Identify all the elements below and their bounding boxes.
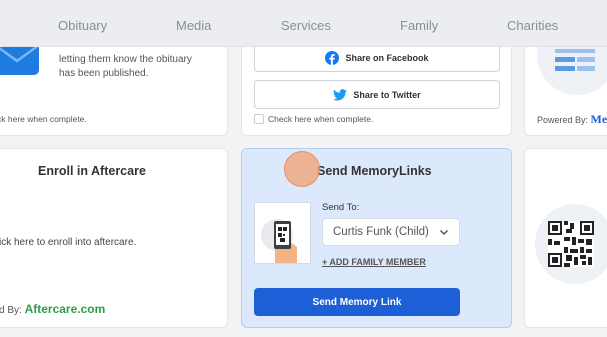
recipient-value: Curtis Funk (Child): [333, 226, 429, 238]
notify-description: letting them know the obituary has been …: [59, 53, 192, 81]
aftercare-card: Enroll in Aftercare ick here to enroll i…: [0, 148, 228, 328]
aftercare-title: Enroll in Aftercare: [38, 164, 146, 178]
aftercare-powered-by: d By: Aftercare.com: [0, 302, 105, 316]
powered-by-label: Powered By:: [537, 115, 589, 125]
qr-card: [524, 148, 607, 328]
cursor-highlight: [284, 151, 320, 187]
share-facebook-label: Share on Facebook: [345, 52, 429, 63]
notify-complete-label: ck here when complete.: [0, 114, 87, 124]
memorylinks-card: Send MemoryLinks Send To: Curtis Funk (C…: [241, 148, 512, 328]
nav-item-services[interactable]: Services: [281, 18, 331, 33]
aftercare-brand[interactable]: Aftercare.com: [25, 302, 106, 316]
memorylinks-title: Send MemoryLinks: [317, 164, 432, 178]
document-icon: [555, 49, 595, 71]
aftercare-powered-label: d By:: [0, 305, 22, 316]
nav-item-family[interactable]: Family: [400, 18, 438, 33]
notify-complete-check[interactable]: ck here when complete.: [0, 114, 87, 124]
send-to-label: Send To:: [322, 202, 360, 213]
phone-qr-icon: [261, 219, 297, 263]
qr-illustration: [535, 204, 607, 284]
facebook-icon: [325, 50, 340, 65]
notify-description-line1: letting them know the obituary: [59, 54, 192, 65]
powered-by-brand[interactable]: Me: [591, 112, 607, 126]
chevron-down-icon: [439, 229, 449, 236]
top-nav: Obituary Media Services Family Charities: [0, 0, 607, 47]
nav-item-charities[interactable]: Charities: [507, 18, 558, 33]
recipient-select[interactable]: Curtis Funk (Child): [322, 218, 460, 246]
phone-illustration: [254, 202, 311, 264]
send-memory-link-button[interactable]: Send Memory Link: [254, 288, 460, 316]
share-twitter-button[interactable]: Share to Twitter: [254, 80, 500, 109]
nav-item-media[interactable]: Media: [176, 18, 211, 33]
share-complete-check[interactable]: Check here when complete.: [254, 114, 373, 124]
powered-by-text: Powered By: Me: [537, 112, 607, 127]
share-complete-label: Check here when complete.: [268, 114, 374, 124]
share-facebook-button[interactable]: Share on Facebook: [254, 43, 500, 72]
aftercare-enroll-link[interactable]: ick here to enroll into aftercare.: [0, 237, 136, 248]
qr-code-icon: [548, 221, 594, 267]
add-family-member-link[interactable]: + ADD FAMILY MEMBER: [322, 257, 426, 267]
share-twitter-label: Share to Twitter: [353, 89, 421, 100]
share-complete-checkbox[interactable]: [254, 114, 264, 124]
notify-description-line2: has been published.: [59, 68, 149, 79]
nav-item-obituary[interactable]: Obituary: [58, 18, 107, 33]
twitter-icon: [333, 88, 348, 101]
